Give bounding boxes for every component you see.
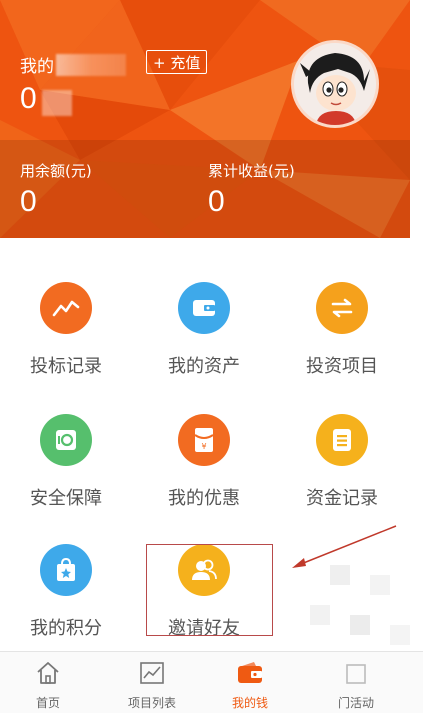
grid-item-security[interactable]: 安全保障 — [6, 414, 126, 510]
grid-item-bid-records[interactable]: 投标记录 — [6, 282, 126, 378]
nav-item-my-wallet[interactable]: 我的钱 — [204, 660, 296, 711]
wallet-icon — [178, 282, 230, 334]
nav-label: 门活动 — [337, 696, 374, 710]
astro-boy-avatar-icon — [294, 43, 376, 125]
account-title: 我的 — [20, 52, 126, 77]
line-chart-icon — [106, 660, 198, 686]
grid-item-label: 我的资产 — [168, 356, 240, 377]
avatar[interactable] — [291, 40, 379, 128]
bottom-nav: 首页 项目列表 我的钱 门活动 — [0, 651, 423, 713]
grid-item-label: 我的积分 — [30, 618, 102, 639]
total-balance: 0 — [20, 82, 37, 115]
grid-item-my-coupons[interactable]: ¥ 我的优惠 — [144, 414, 264, 510]
document-list-icon — [316, 414, 368, 466]
grid-item-investment-projects[interactable]: 投资项目 — [282, 282, 402, 378]
nav-item-activities[interactable]: 门活动 — [310, 660, 402, 711]
activity-icon — [310, 660, 402, 686]
account-title-text: 我的 — [20, 57, 54, 77]
exchange-arrows-icon — [316, 282, 368, 334]
grid-item-label: 资金记录 — [306, 488, 378, 509]
grid-item-my-assets[interactable]: 我的资产 — [144, 282, 264, 378]
svg-text:¥: ¥ — [201, 442, 206, 451]
blurred-balance — [42, 90, 72, 116]
blurred-username — [56, 53, 126, 76]
nav-label: 我的钱 — [231, 696, 268, 710]
total-earnings: 累计收益(元) 0 — [208, 160, 295, 219]
annotation-highlight-box — [146, 544, 273, 636]
safe-box-icon — [40, 414, 92, 466]
grid-item-fund-records[interactable]: 资金记录 — [282, 414, 402, 510]
nav-item-home[interactable]: 首页 — [2, 660, 94, 711]
red-envelope-icon: ¥ — [178, 414, 230, 466]
available-balance-label: 用余额(元) — [20, 162, 92, 180]
available-balance-value: 0 — [20, 185, 37, 218]
total-earnings-label: 累计收益(元) — [208, 162, 295, 180]
nav-item-project-list[interactable]: 项目列表 — [106, 660, 198, 711]
available-balance: 用余额(元) 0 — [20, 160, 92, 219]
wallet-icon — [204, 660, 296, 686]
nav-label: 首页 — [35, 696, 60, 710]
account-header: 我的 + 充值 0 用余额(元) 0 累计收益(元) 0 — [0, 0, 410, 238]
grid-item-label: 我的优惠 — [168, 488, 240, 509]
shopping-bag-star-icon — [40, 544, 92, 596]
recharge-button[interactable]: + 充值 — [146, 50, 208, 74]
grid-item-label: 投标记录 — [30, 356, 102, 377]
grid-item-label: 安全保障 — [30, 488, 102, 509]
grid-item-label: 投资项目 — [306, 356, 378, 377]
home-icon — [2, 660, 94, 686]
nav-label: 项目列表 — [127, 696, 176, 710]
grid-item-my-points[interactable]: 我的积分 — [6, 544, 126, 640]
trend-chart-icon — [40, 282, 92, 334]
total-earnings-value: 0 — [208, 185, 225, 218]
